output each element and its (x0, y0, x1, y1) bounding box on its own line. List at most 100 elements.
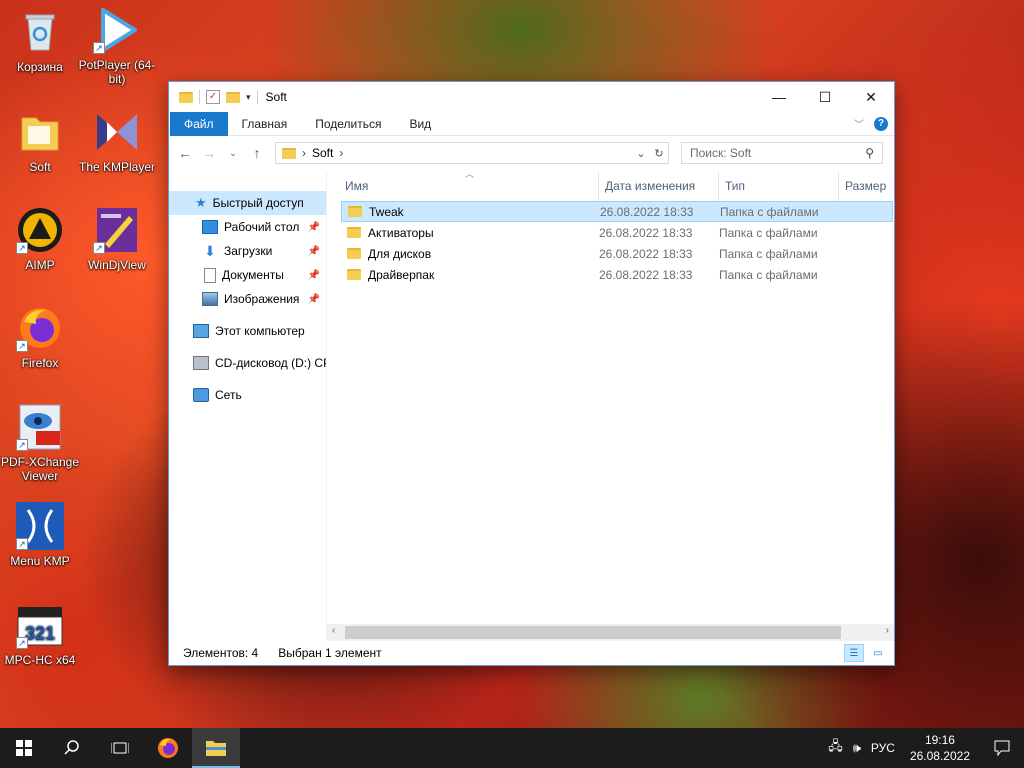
file-row[interactable]: Активаторы 26.08.2022 18:33 Папка с файл… (341, 222, 893, 243)
tab-share[interactable]: Поделиться (301, 112, 395, 136)
breadcrumb-separator: › (339, 146, 344, 160)
kmplayer-icon (93, 108, 141, 156)
pin-icon: 📌 (307, 293, 320, 305)
desktop-icon-soft[interactable]: Soft (0, 108, 80, 174)
scroll-right-icon[interactable]: › (886, 625, 889, 636)
desktop-icon-kmplayer[interactable]: The KMPlayer (77, 108, 157, 174)
expand-ribbon-icon[interactable]: ﹀ (854, 116, 864, 131)
desktop-icon-firefox[interactable]: ↗ Firefox (0, 304, 80, 370)
nav-item-label: Документы (222, 268, 284, 282)
computer-icon (193, 324, 209, 338)
horizontal-scrollbar[interactable]: ‹ › (327, 624, 894, 641)
folder-icon (16, 108, 64, 156)
clock[interactable]: 19:16 26.08.2022 (900, 732, 980, 764)
desktop-icon-windjview[interactable]: ↗ WinDjView (77, 206, 157, 272)
maximize-button[interactable]: ☐ (802, 82, 848, 112)
large-icons-view-button[interactable]: ▭ (868, 644, 888, 662)
address-bar[interactable]: › Soft › ⌄ ↻ (275, 142, 669, 164)
volume-icon[interactable]: 🕪 (848, 740, 866, 756)
nav-item-network[interactable]: Сеть (169, 383, 326, 407)
taskbar-firefox[interactable] (144, 728, 192, 768)
task-view-button[interactable] (96, 728, 144, 768)
desktop-icon-menu-kmp[interactable]: ↗ Menu KMP (0, 502, 80, 568)
nav-item-downloads[interactable]: ⬇ Загрузки 📌 (169, 239, 326, 263)
clock-time: 19:16 (924, 733, 955, 747)
column-type[interactable]: Тип (719, 171, 839, 201)
explorer-window: ✓ ▾ Soft — ☐ ✕ Файл Главная Поделиться В… (168, 81, 895, 666)
desktop-icon-label: WinDjView (88, 258, 146, 272)
language-indicator[interactable]: РУС (866, 741, 900, 755)
shortcut-arrow-icon: ↗ (16, 637, 28, 649)
nav-item-documents[interactable]: Документы 📌 (169, 263, 326, 287)
nav-item-desktop[interactable]: Рабочий стол 📌 (169, 215, 326, 239)
minimize-button[interactable]: — (756, 82, 802, 112)
desktop-icon-label: Firefox (21, 356, 59, 370)
desktop-icon-mpc-hc[interactable]: 321 ↗ MPC-HC x64 (0, 601, 80, 667)
start-button[interactable] (0, 728, 48, 768)
nav-item-cd-drive[interactable]: CD-дисковод (D:) CP (169, 351, 326, 375)
download-icon: ⬇ (204, 242, 216, 259)
search-icon[interactable]: ⚲ (865, 146, 874, 160)
help-icon[interactable]: ? (874, 116, 888, 131)
file-name: Драйверпак (368, 267, 435, 282)
properties-icon[interactable]: ✓ (206, 90, 220, 104)
file-row[interactable]: Драйверпак 26.08.2022 18:33 Папка с файл… (341, 264, 893, 285)
tab-view[interactable]: Вид (395, 112, 445, 136)
tab-home[interactable]: Главная (228, 112, 302, 136)
scrollbar-thumb[interactable] (345, 626, 841, 639)
nav-item-this-pc[interactable]: Этот компьютер (169, 319, 326, 343)
taskbar-file-explorer[interactable] (192, 728, 240, 768)
customize-toolbar-icon[interactable]: ▾ (246, 92, 251, 103)
desktop-icon-label: MPC-HC x64 (4, 653, 76, 667)
close-button[interactable]: ✕ (848, 82, 894, 112)
file-row[interactable]: Tweak 26.08.2022 18:33 Папка с файлами (341, 201, 893, 222)
file-date: 26.08.2022 18:33 (599, 267, 693, 282)
firefox-icon (158, 738, 178, 758)
pictures-icon (202, 292, 218, 306)
windjview-icon: ↗ (93, 206, 141, 254)
column-size[interactable]: Размер (839, 171, 886, 201)
column-name[interactable]: Имя (327, 171, 599, 201)
column-date[interactable]: Дата изменения (599, 171, 719, 201)
file-name: Tweak (369, 204, 404, 219)
desktop-icon-aimp[interactable]: ↗ AIMP (0, 206, 80, 272)
folder-icon (179, 91, 193, 103)
breadcrumb-current[interactable]: Soft (312, 146, 333, 160)
network-icon (193, 388, 209, 402)
notifications-button[interactable] (980, 728, 1024, 768)
file-row[interactable]: Для дисков 26.08.2022 18:33 Папка с файл… (341, 243, 893, 264)
star-icon: ★ (195, 195, 207, 210)
file-date: 26.08.2022 18:33 (599, 225, 693, 240)
address-dropdown-icon[interactable]: ⌄ (632, 147, 650, 160)
desktop-icon-label: AIMP (25, 258, 55, 272)
search-icon (64, 740, 79, 755)
shortcut-arrow-icon: ↗ (16, 242, 28, 254)
desktop-icon-pdf-xchange[interactable]: ↗ PDF-XChange Viewer (0, 403, 80, 483)
windows-logo-icon (16, 740, 32, 756)
up-button[interactable]: ↑ (247, 145, 267, 161)
back-button[interactable]: ← (175, 145, 195, 161)
documents-icon (204, 267, 216, 283)
search-box[interactable]: Поиск: Soft ⚲ (681, 142, 883, 164)
system-tray: 🖧 🕪 РУС 19:16 26.08.2022 (823, 728, 1024, 768)
desktop-icon-potplayer[interactable]: ↗ PotPlayer (64-bit) (77, 6, 157, 86)
details-view-button[interactable]: ☰ (844, 644, 864, 662)
desktop-icon-label: Soft (29, 160, 51, 174)
folder-icon (347, 269, 361, 280)
forward-button[interactable]: → (199, 145, 219, 161)
refresh-icon[interactable]: ↻ (650, 147, 668, 160)
recent-locations-button[interactable]: ⌄ (223, 148, 243, 159)
tab-file[interactable]: Файл (170, 111, 228, 136)
scroll-left-icon[interactable]: ‹ (332, 625, 335, 636)
pdf-xchange-icon: ↗ (16, 403, 64, 451)
title-bar[interactable]: ✓ ▾ Soft — ☐ ✕ (169, 82, 894, 112)
new-folder-icon[interactable] (226, 91, 240, 103)
nav-item-pictures[interactable]: Изображения 📌 (169, 287, 326, 311)
desktop-icon-recycle-bin[interactable]: Корзина (0, 8, 80, 74)
network-icon[interactable]: 🖧 (823, 737, 848, 759)
file-type: Папка с файлами (719, 267, 818, 282)
nav-item-label: Этот компьютер (215, 324, 305, 338)
nav-item-quick-access[interactable]: ★ Быстрый доступ (169, 191, 326, 215)
search-button[interactable] (48, 728, 96, 768)
svg-text:321: 321 (25, 623, 55, 643)
